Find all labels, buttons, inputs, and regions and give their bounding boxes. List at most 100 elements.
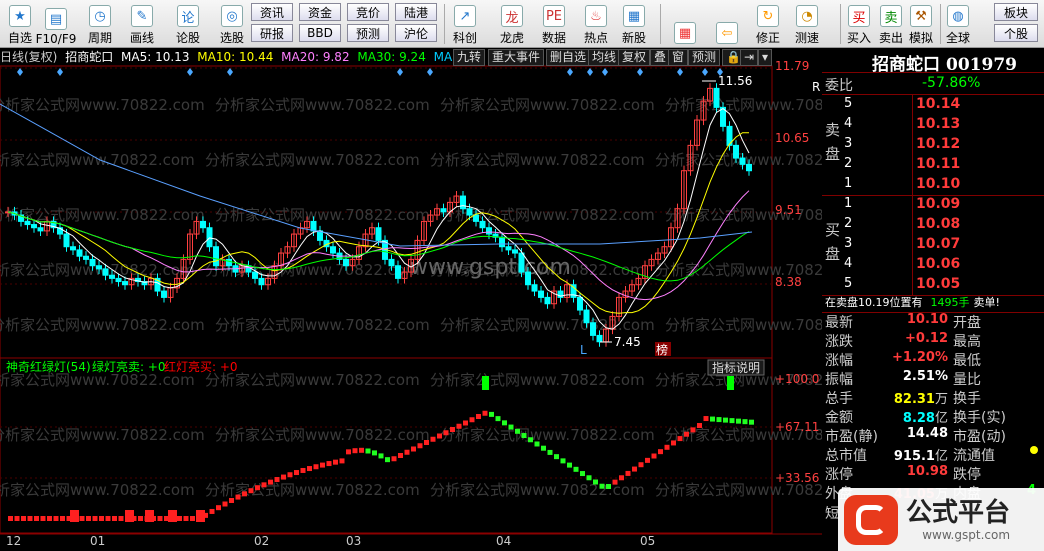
candle-body xyxy=(746,163,752,172)
notice-text: 在卖盘10.19位置有 xyxy=(825,296,923,309)
toolbar-button-speed-clock[interactable]: ◔ 测速 xyxy=(787,2,827,46)
event-marker-icon[interactable] xyxy=(637,68,643,76)
indicator-step xyxy=(177,516,182,521)
chart-button[interactable]: 预测 xyxy=(688,49,721,66)
toolbar-right-button[interactable]: 板块 xyxy=(994,3,1038,21)
toolbar-button-label: 修正 xyxy=(755,31,780,45)
event-marker-icon[interactable] xyxy=(187,68,193,76)
sell-price[interactable]: 10.14 xyxy=(916,96,960,112)
toolbar-button-sell[interactable]: 卖卖出 xyxy=(876,2,906,46)
stat-value-number: 14.48 xyxy=(906,426,948,441)
document-icon: ▤ xyxy=(45,8,67,30)
dropdown-icon[interactable]: ▾ xyxy=(758,49,773,66)
toolbar-small-button[interactable]: 资金 xyxy=(299,3,341,21)
candle-body xyxy=(499,236,505,248)
toolbar-button-dragon[interactable]: 龙龙虎 xyxy=(492,2,532,46)
toolbar-button-star[interactable]: ★ 自选 xyxy=(0,2,40,46)
event-marker-icon[interactable] xyxy=(427,68,433,76)
toolbar-button-pencil[interactable]: ✎ 画线 xyxy=(122,2,162,46)
chart-button[interactable]: 九转 xyxy=(453,49,486,66)
sell-price[interactable]: 10.10 xyxy=(916,176,960,192)
indicator-step xyxy=(222,501,228,507)
toolbar-button-grid-colors[interactable]: ▦ xyxy=(665,2,705,46)
buy-price[interactable]: 10.09 xyxy=(916,196,960,212)
sell-price[interactable]: 10.13 xyxy=(916,116,960,132)
indicator-step xyxy=(612,479,618,485)
event-marker-icon[interactable] xyxy=(602,68,608,76)
buy-price[interactable]: 10.05 xyxy=(916,276,960,292)
signal-bar xyxy=(727,376,734,390)
chart-button[interactable]: 均线 xyxy=(588,49,621,66)
event-marker-icon[interactable] xyxy=(702,68,708,76)
event-marker-icon[interactable] xyxy=(57,68,63,76)
indicator-step xyxy=(307,466,312,472)
toolbar-small-button[interactable]: BBD xyxy=(299,24,341,42)
chart-button[interactable]: 叠 xyxy=(650,49,671,66)
event-marker-icon[interactable] xyxy=(17,68,23,76)
stat-value-number: 10.10 xyxy=(906,312,948,327)
event-marker-icon[interactable] xyxy=(587,68,593,76)
sell-price[interactable]: 10.12 xyxy=(916,136,960,152)
buy-price[interactable]: 10.08 xyxy=(916,216,960,232)
toolbar-button-trend-chart[interactable]: ↗ 科创 xyxy=(445,2,485,46)
toolbar-button-document[interactable]: ▤ F10/F9 xyxy=(36,2,76,46)
sell-level: 5 xyxy=(844,96,853,111)
toolbar-small-button[interactable]: 沪伦 xyxy=(395,24,437,42)
buy-level: 2 xyxy=(844,216,853,231)
kline-chart[interactable]: 分析家公式网www.70822.com 分析家公式网www.70822.com 分析… xyxy=(0,48,822,551)
indicator-step xyxy=(190,516,195,521)
chart-button[interactable]: 窗 xyxy=(668,49,689,66)
toolbar-small-button[interactable]: 竞价 xyxy=(347,3,389,21)
toolbar-small-button[interactable]: 预测 xyxy=(347,24,389,42)
hot-icon: ♨ xyxy=(585,5,607,27)
indicator-step xyxy=(53,516,59,521)
indicator-step xyxy=(476,414,481,419)
candle-body xyxy=(161,290,167,298)
toolbar-button-back-arrow[interactable]: ⇦ xyxy=(707,2,747,46)
toolbar-button-label: 新股 xyxy=(621,31,646,45)
sell-price[interactable]: 10.11 xyxy=(916,156,960,172)
indicator-level-label: +67.11 xyxy=(775,420,819,434)
toolbar-button-hammer[interactable]: ⚒ 模拟 xyxy=(906,2,936,46)
indicator-step xyxy=(411,446,416,452)
toolbar-button-clock[interactable]: ◷ 周期 xyxy=(80,2,120,46)
buy-price[interactable]: 10.06 xyxy=(916,256,960,272)
toolbar-right-button[interactable]: 个股 xyxy=(994,24,1038,42)
indicator-level-label: +33.56 xyxy=(775,471,819,485)
toolbar-button-correct[interactable]: ↻ 修正 xyxy=(748,2,788,46)
next-icon[interactable]: ⇥ xyxy=(740,49,759,66)
indicator-title[interactable]: 神奇红绿灯(54) xyxy=(6,359,91,374)
event-marker-icon[interactable] xyxy=(677,68,683,76)
candle-body xyxy=(479,220,486,229)
buy-price[interactable]: 10.07 xyxy=(916,236,960,252)
toolbar-button-buy[interactable]: 买买入 xyxy=(844,2,874,46)
event-marker-icon[interactable] xyxy=(227,68,233,76)
chart-button[interactable]: 重大事件 xyxy=(488,49,545,66)
candle-body xyxy=(375,227,382,241)
toolbar-button-pe[interactable]: PE 数据 xyxy=(534,2,574,46)
candle-body xyxy=(395,265,401,279)
buy-side-label: 买盘 xyxy=(825,221,841,263)
event-marker-icon[interactable] xyxy=(567,68,573,76)
stat-label-right: 跌停 xyxy=(953,467,981,483)
indicator-step xyxy=(534,441,540,447)
chart-button[interactable]: 复权 xyxy=(618,49,651,66)
toolbar-small-button[interactable]: 资讯 xyxy=(251,3,293,21)
event-marker-icon[interactable] xyxy=(397,68,403,76)
toolbar-small-button[interactable]: 陆港 xyxy=(395,3,437,21)
toolbar-small-button[interactable]: 研报 xyxy=(251,24,293,42)
indicator-step xyxy=(378,453,384,459)
stat-label-right: 换手(实) xyxy=(953,410,1006,426)
chart-button[interactable]: 删自选 xyxy=(546,49,591,66)
toolbar-button-new-stock[interactable]: ▦ 新股 xyxy=(614,2,654,46)
toolbar-button-hot[interactable]: ♨ 热点 xyxy=(576,2,616,46)
candle-body xyxy=(83,255,89,260)
toolbar-button-forum[interactable]: 论论股 xyxy=(168,2,208,46)
indicator-step xyxy=(619,475,624,481)
indicator-step xyxy=(625,470,631,476)
candle-body xyxy=(538,290,544,298)
indicator-step xyxy=(554,454,559,460)
toolbar-button-magnifier-chart[interactable]: ◎ 选股 xyxy=(212,2,252,46)
stat-label-right: 流通值 xyxy=(953,448,995,464)
toolbar-button-globe[interactable]: ◍ 全球 xyxy=(943,2,973,46)
